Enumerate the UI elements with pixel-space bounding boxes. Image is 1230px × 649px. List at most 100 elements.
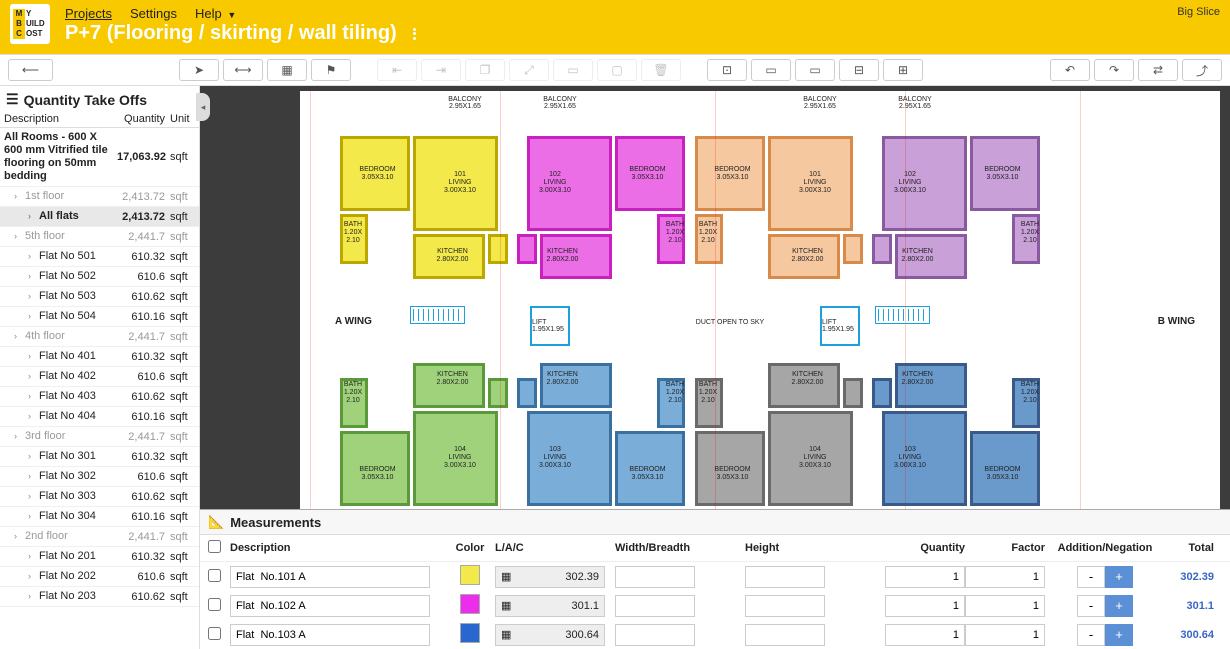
desc-input[interactable] <box>230 595 430 617</box>
tool-line[interactable]: ⟷ <box>223 59 263 81</box>
height-input[interactable] <box>745 624 825 646</box>
qto-row[interactable]: ›Flat No 503610.62sqft <box>0 287 199 307</box>
flat-unit: BALCONY2.95X1.65BEDROOM3.05X3.10102LIVIN… <box>870 116 1040 281</box>
lac-field[interactable]: ▦302.39 <box>495 566 605 588</box>
color-swatch[interactable] <box>460 594 480 614</box>
width-input[interactable] <box>615 566 695 588</box>
factor-input[interactable] <box>965 566 1045 588</box>
row-checkbox[interactable] <box>208 598 221 611</box>
tool-undo[interactable]: ↶ <box>1050 59 1090 81</box>
row-total: 302.39 <box>1165 571 1222 583</box>
sidebar-list[interactable]: All Rooms - 600 X 600 mm Vitrified tile … <box>0 128 199 649</box>
qto-row[interactable]: ›2nd floor2,441.7sqft <box>0 527 199 547</box>
qto-row[interactable]: ›5th floor2,441.7sqft <box>0 227 199 247</box>
qto-row[interactable]: ›Flat No 201610.32sqft <box>0 547 199 567</box>
factor-input[interactable] <box>965 595 1045 617</box>
flat-unit: BALCONY2.95X1.65BEDROOM3.05X3.10103LIVIN… <box>870 361 1040 526</box>
mcol-height: Height <box>745 542 865 554</box>
plus-button[interactable]: + <box>1105 624 1133 646</box>
qto-row[interactable]: ›Flat No 504610.16sqft <box>0 307 199 327</box>
measurements-panel: 📐 Measurements Description Color L/A/C W… <box>200 509 1230 649</box>
qto-row[interactable]: All Rooms - 600 X 600 mm Vitrified tile … <box>0 128 199 187</box>
lac-field[interactable]: ▦301.1 <box>495 595 605 617</box>
flat-unit: BALCONY2.95X1.65BEDROOM3.05X3.10101LIVIN… <box>695 116 865 281</box>
select-all-checkbox[interactable] <box>208 540 221 553</box>
flat-unit: BALCONY2.95X1.65BEDROOM3.05X3.10102LIVIN… <box>515 116 685 281</box>
qto-row[interactable]: ›3rd floor2,441.7sqft <box>0 427 199 447</box>
qto-row[interactable]: ›Flat No 301610.32sqft <box>0 447 199 467</box>
wing-b-label: B WING <box>1158 316 1195 327</box>
qto-row[interactable]: ›Flat No 404610.16sqft <box>0 407 199 427</box>
menu-settings[interactable]: Settings <box>130 6 177 21</box>
qty-input[interactable] <box>885 566 965 588</box>
qto-row[interactable]: ›4th floor2,441.7sqft <box>0 327 199 347</box>
qto-row[interactable]: ›Flat No 502610.6sqft <box>0 267 199 287</box>
measurements-header[interactable]: 📐 Measurements <box>200 510 1230 535</box>
tool-fit[interactable]: ⇄ <box>1138 59 1178 81</box>
tool-expand[interactable]: ⤢ <box>509 59 549 81</box>
measurement-row: ▦302.39 -+302.39 <box>200 562 1230 591</box>
menu-help[interactable]: Help ▼ <box>195 6 236 21</box>
toolbar: ⟵ ➤ ⟷ ▦ ⚑ ⇤ ⇥ ❐ ⤢ ▭ ▢ 🗑 ⊡ ▭ ▭ ⊟ ⊞ ↶ ↷ ⇄ … <box>0 54 1230 86</box>
minus-button[interactable]: - <box>1077 624 1105 646</box>
tool-export[interactable]: ⤴ <box>1182 59 1222 81</box>
qto-row[interactable]: ›Flat No 402610.6sqft <box>0 367 199 387</box>
page-title: P+7 (Flooring / skirting / wall tiling) <box>65 22 397 45</box>
tool-zoom5[interactable]: ⊞ <box>883 59 923 81</box>
qto-row[interactable]: ›Flat No 501610.32sqft <box>0 247 199 267</box>
width-input[interactable] <box>615 595 695 617</box>
height-input[interactable] <box>745 595 825 617</box>
qto-row[interactable]: ›Flat No 304610.16sqft <box>0 507 199 527</box>
tool-snap1[interactable]: ⇤ <box>377 59 417 81</box>
minus-button[interactable]: - <box>1077 595 1105 617</box>
tool-area[interactable]: ▦ <box>267 59 307 81</box>
row-checkbox[interactable] <box>208 627 221 640</box>
tool-zoom3[interactable]: ▭ <box>795 59 835 81</box>
height-input[interactable] <box>745 566 825 588</box>
qto-row[interactable]: ›Flat No 203610.62sqft <box>0 587 199 607</box>
flat-unit: BALCONY2.95X1.65BEDROOM3.05X3.10104LIVIN… <box>695 361 865 526</box>
desc-input[interactable] <box>230 624 430 646</box>
slice-label[interactable]: Big Slice <box>1177 6 1220 18</box>
title-menu-icon[interactable] <box>407 26 423 42</box>
tool-copy[interactable]: ❐ <box>465 59 505 81</box>
plus-button[interactable]: + <box>1105 595 1133 617</box>
minus-button[interactable]: - <box>1077 566 1105 588</box>
mcol-desc: Description <box>230 542 445 554</box>
desc-input[interactable] <box>230 566 430 588</box>
qto-row[interactable]: ›All flats2,413.72sqft <box>0 207 199 227</box>
tool-box1[interactable]: ▭ <box>553 59 593 81</box>
plus-button[interactable]: + <box>1105 566 1133 588</box>
col-desc: Description <box>4 113 117 125</box>
tool-pointer[interactable]: ➤ <box>179 59 219 81</box>
mcol-an: Addition/Negation <box>1045 542 1165 554</box>
tool-redo[interactable]: ↷ <box>1094 59 1134 81</box>
sidebar-title: ☰ Quantity Take Offs <box>0 86 199 111</box>
qto-row[interactable]: ›Flat No 202610.6sqft <box>0 567 199 587</box>
qto-row[interactable]: ›Flat No 302610.6sqft <box>0 467 199 487</box>
tool-box2[interactable]: ▢ <box>597 59 637 81</box>
qto-row[interactable]: ›Flat No 401610.32sqft <box>0 347 199 367</box>
qto-row[interactable]: ›Flat No 403610.62sqft <box>0 387 199 407</box>
lac-field[interactable]: ▦300.64 <box>495 624 605 646</box>
color-swatch[interactable] <box>460 565 480 585</box>
sidebar-collapse[interactable]: ◂ <box>196 93 210 121</box>
back-button[interactable]: ⟵ <box>8 59 53 81</box>
menu-projects[interactable]: Projects <box>65 6 112 21</box>
qty-input[interactable] <box>885 624 965 646</box>
tool-zoom1[interactable]: ⊡ <box>707 59 747 81</box>
factor-input[interactable] <box>965 624 1045 646</box>
tool-flag[interactable]: ⚑ <box>311 59 351 81</box>
qto-row[interactable]: ›1st floor2,413.72sqft <box>0 187 199 207</box>
tool-delete[interactable]: 🗑 <box>641 59 681 81</box>
color-swatch[interactable] <box>460 623 480 643</box>
tool-zoom2[interactable]: ▭ <box>751 59 791 81</box>
width-input[interactable] <box>615 624 695 646</box>
sidebar-columns: Description Quantity Unit <box>0 111 199 128</box>
tool-snap2[interactable]: ⇥ <box>421 59 461 81</box>
tool-zoom4[interactable]: ⊟ <box>839 59 879 81</box>
qto-row[interactable]: ›Flat No 303610.62sqft <box>0 487 199 507</box>
qty-input[interactable] <box>885 595 965 617</box>
mcol-total: Total <box>1165 542 1222 554</box>
row-checkbox[interactable] <box>208 569 221 582</box>
